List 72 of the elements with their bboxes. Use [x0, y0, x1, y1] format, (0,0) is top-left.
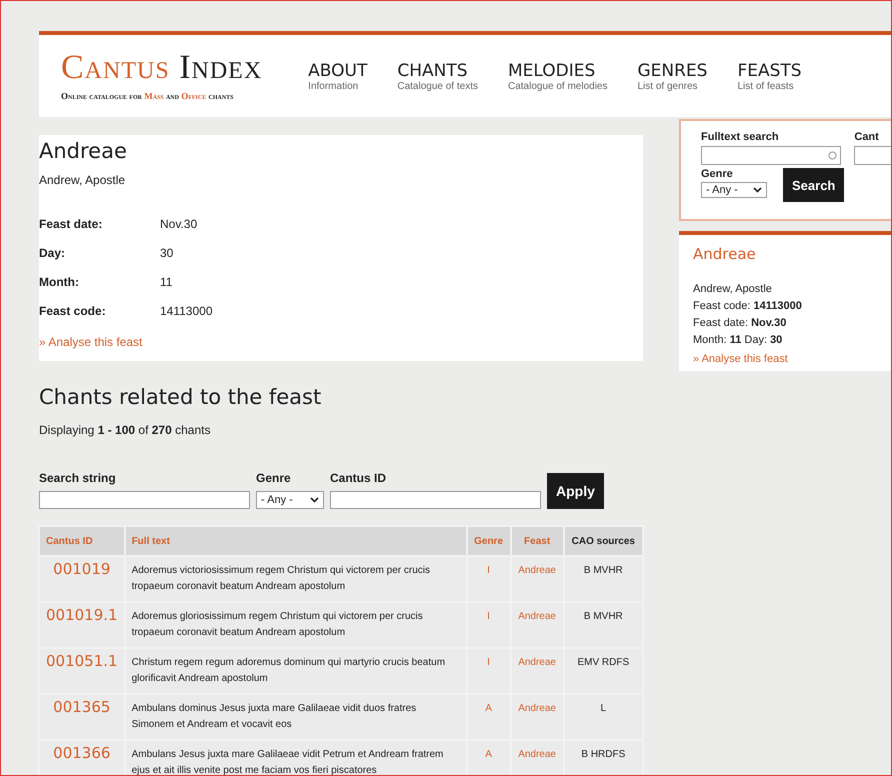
result-summary: Displaying 1 - 100 of 270 chants	[39, 423, 212, 437]
genre-link[interactable]: I	[468, 557, 510, 601]
genre-select[interactable]: - Any -	[701, 182, 767, 198]
feast-info: Feast date: Nov.30	[693, 316, 788, 331]
feast-link[interactable]: Andreae	[512, 649, 563, 693]
field-value: 11	[160, 275, 174, 289]
chevron-icon	[310, 497, 319, 503]
cantus-id-link[interactable]: 001051.1	[40, 649, 124, 693]
field-label: Feast date:	[39, 217, 104, 231]
analyse-link[interactable]: » Analyse this feast	[39, 335, 142, 349]
field-label: Genre	[701, 168, 734, 180]
field-label: Genre	[256, 471, 292, 485]
fulltext-field[interactable]	[701, 146, 841, 165]
field-label: Day:	[39, 246, 66, 260]
feast-info: Month: 11 Day: 30	[693, 333, 784, 348]
chevron-icon	[753, 187, 762, 193]
field-label: Feast code:	[39, 304, 107, 318]
feast-link[interactable]: Andreae	[512, 557, 563, 601]
column-header[interactable]: Genre	[468, 527, 510, 555]
genre-link[interactable]: A	[468, 695, 510, 739]
cantus-id-link[interactable]: 001019.1	[40, 603, 124, 647]
field-value: Nov.30	[160, 217, 198, 231]
search-button[interactable]: Search	[783, 168, 844, 202]
site-logo[interactable]: Cantus Index	[61, 51, 262, 85]
feast-info: Feast code: 14113000	[693, 299, 803, 314]
table-cell: B MVHR	[564, 557, 642, 601]
nav-link[interactable]: ABOUT Information	[308, 60, 368, 92]
feast-title: Andreae	[693, 245, 757, 263]
column-header[interactable]: Full text	[126, 527, 466, 555]
genre-link[interactable]: A	[468, 741, 510, 775]
column-header[interactable]: Feast	[512, 527, 563, 555]
genre-link[interactable]: I	[468, 603, 510, 647]
table-cell: Adoremus gloriosissimum regem Christum qui victorem per crucis tropaeum coronavit beatum Andream apostolum	[126, 603, 466, 647]
table-cell: B HRDFS	[564, 741, 642, 775]
feast-description: Andrew, Apostle	[39, 173, 126, 187]
field-label: Search string	[39, 471, 117, 485]
analyse-link[interactable]: » Analyse this feast	[693, 353, 788, 365]
section-title: Chants related to the feast	[39, 385, 322, 409]
nav-link[interactable]: FEASTS List of feasts	[737, 60, 802, 92]
table-cell: Adoremus victoriosissimum regem Christum qui victorem per crucis tropaeum coronavit beatum Andream apostolum	[126, 557, 466, 601]
genre-select[interactable]: - Any -	[256, 491, 324, 509]
table-cell: Ambulans Jesus juxta mare Galilaeae vidit Petrum et Andream fratrem ejus et ait illis venite post me faciam vos fieri piscatores	[126, 741, 466, 775]
cantus-id-link[interactable]: 001366	[40, 741, 124, 775]
table-cell: Christum regem regum adoremus dominum qui martyrio crucis beatum glorificavit Andream apostolum	[126, 649, 466, 693]
feast-link[interactable]: Andreae	[512, 741, 563, 775]
nav-link[interactable]: GENRES List of genres	[638, 60, 708, 92]
nav-link[interactable]: MELODIES Catalogue of melodies	[508, 60, 608, 92]
field-label: Month:	[39, 275, 80, 289]
table-cell: L	[564, 695, 642, 739]
field-value: 14113000	[160, 304, 214, 318]
feast-link[interactable]: Andreae	[512, 695, 563, 739]
table-cell: B MVHR	[564, 603, 642, 647]
circle-icon	[828, 151, 837, 160]
field-label: Cant	[854, 131, 880, 143]
field-label: Fulltext search	[701, 131, 780, 143]
search-field[interactable]	[39, 491, 250, 509]
column-header[interactable]: Cantus ID	[40, 527, 124, 555]
column-header: CAO sources	[564, 527, 642, 555]
feast-title: Andreae	[39, 139, 128, 163]
field-label: Cantus ID	[330, 471, 388, 485]
genre-link[interactable]: I	[468, 649, 510, 693]
cantus-id-field[interactable]	[330, 491, 541, 509]
feast-info: Andrew, Apostle	[693, 282, 773, 297]
feast-link[interactable]: Andreae	[512, 603, 563, 647]
field-value: 30	[160, 246, 174, 260]
site-tagline: Online catalogue for Mass and Office chants	[61, 91, 234, 101]
apply-button[interactable]: Apply	[547, 473, 604, 509]
cantus-id-link[interactable]: 001019	[40, 557, 124, 601]
table-cell: Ambulans dominus Jesus juxta mare Galilaeae vidit duos fratres Simonem et Andream et vocavit eos	[126, 695, 466, 739]
nav-link[interactable]: CHANTS Catalogue of texts	[397, 60, 478, 92]
cantus-id-link[interactable]: 001365	[40, 695, 124, 739]
table-cell: EMV RDFS	[564, 649, 642, 693]
